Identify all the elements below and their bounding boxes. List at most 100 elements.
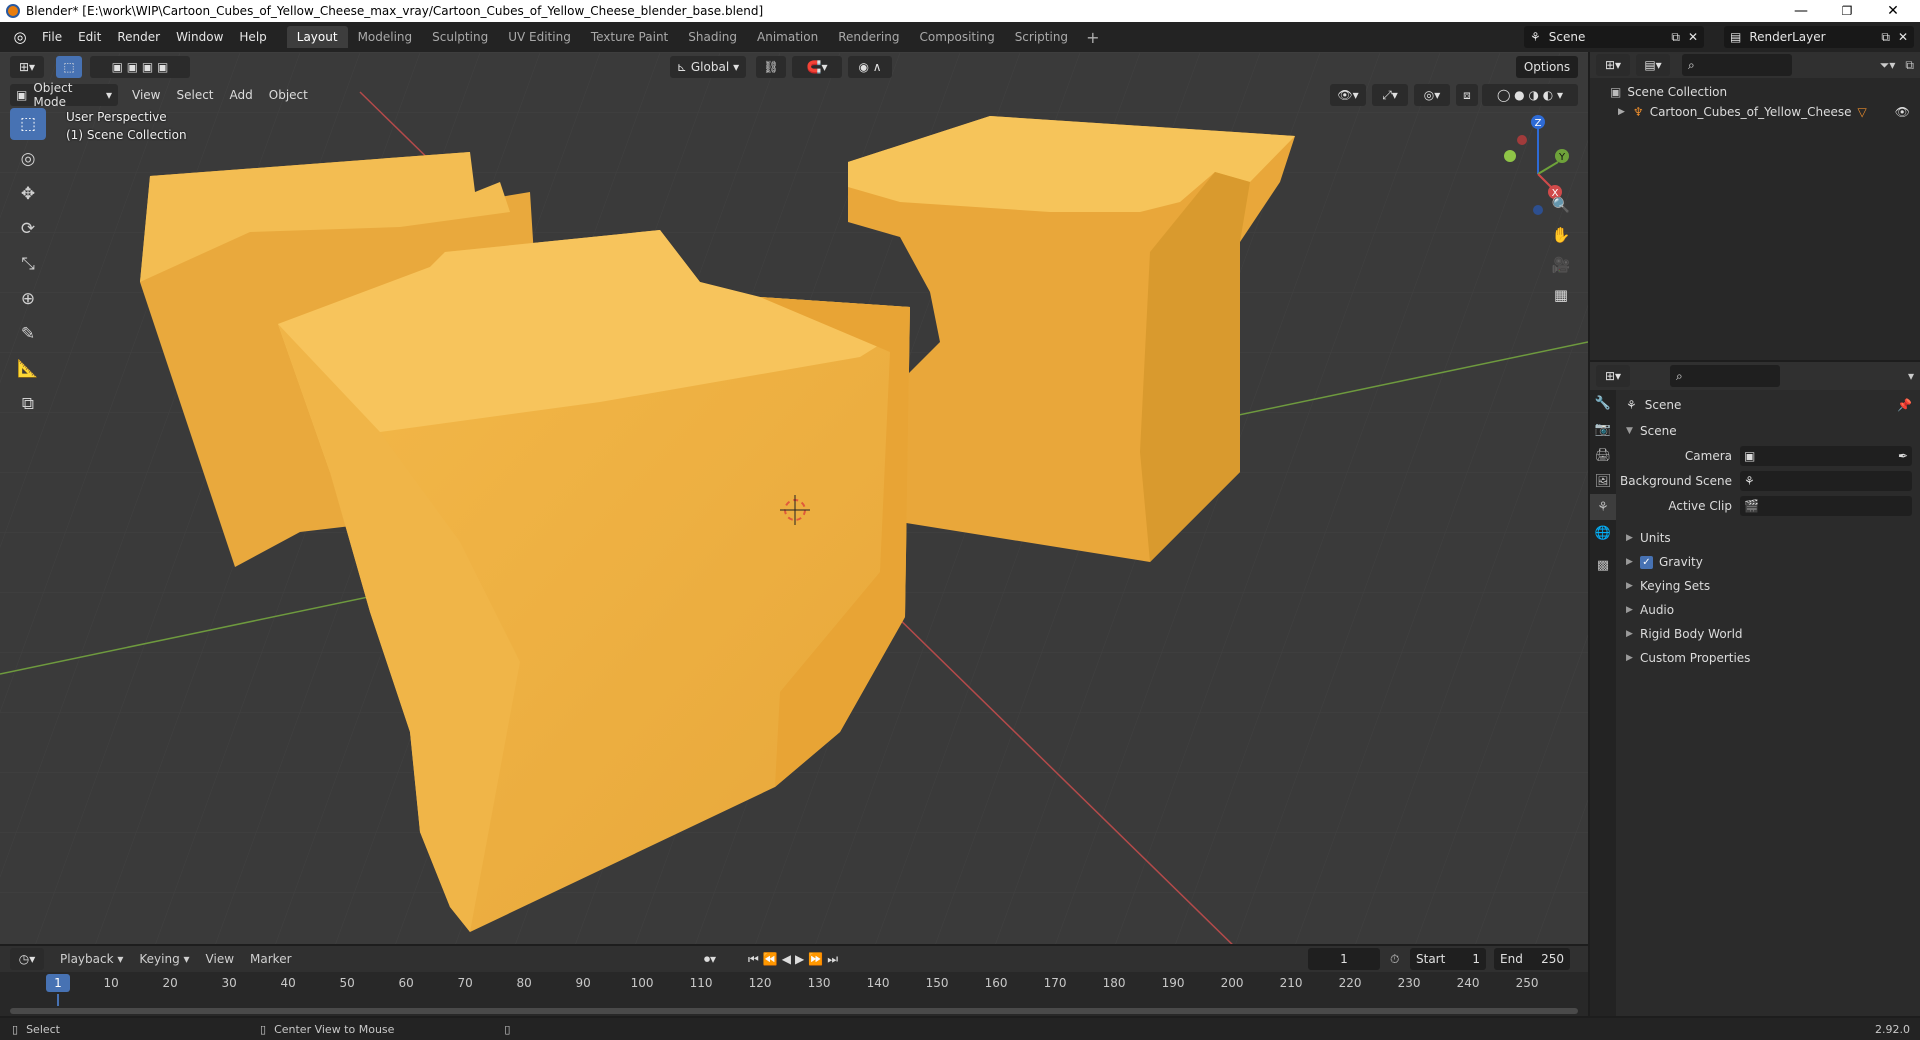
visibility-icon[interactable]: 👁▾	[1330, 84, 1366, 106]
filter-icon[interactable]: ⏷▾	[1880, 58, 1896, 73]
pivot-point-icon[interactable]: ⛓	[756, 56, 786, 78]
tool-tab-icon[interactable]: 🔧	[1590, 390, 1616, 416]
overlays-icon[interactable]: ◎▾	[1414, 84, 1450, 106]
properties-search-input[interactable]: ⌕	[1670, 365, 1780, 387]
measure-icon[interactable]: 📐	[10, 353, 46, 385]
panel-keying-sets[interactable]: ▶ Keying Sets	[1618, 574, 1920, 598]
scene-selector[interactable]: ⚘ Scene ⧉ ✕	[1524, 26, 1704, 48]
delete-view-layer-icon[interactable]: ✕	[1898, 30, 1908, 44]
mode-dropdown[interactable]: ▣ Object Mode ▾	[10, 81, 118, 109]
record-icon[interactable]: ⏺▾	[704, 952, 716, 967]
scene-tab-icon[interactable]: ⚘	[1590, 494, 1616, 520]
preview-range-icon[interactable]: ⏱	[1390, 952, 1399, 967]
scale-icon[interactable]: ⤡	[10, 248, 46, 280]
start-frame-field[interactable]: Start 1	[1410, 948, 1486, 970]
annotate-icon[interactable]: ✎	[10, 318, 46, 350]
rotate-icon[interactable]: ⟳	[10, 213, 46, 245]
timeline-menu-playback[interactable]: Playback ▾	[52, 952, 131, 966]
mesh-data-icon[interactable]: ▽	[1858, 105, 1867, 119]
pin-icon[interactable]: 📌	[1897, 398, 1912, 412]
editor-type-icon[interactable]: ⊞▾	[10, 56, 44, 78]
playhead-frame-badge[interactable]: 1	[46, 974, 70, 992]
delete-scene-icon[interactable]: ✕	[1688, 30, 1698, 44]
next-keyframe-icon[interactable]: ⏩	[808, 952, 827, 966]
outliner-scene-collection[interactable]: ▣ Scene Collection	[1590, 82, 1920, 102]
tab-sculpting[interactable]: Sculpting	[422, 26, 498, 48]
pan-hand-icon[interactable]: ✋	[1548, 222, 1574, 248]
panel-rigid-body-world[interactable]: ▶ Rigid Body World	[1618, 622, 1920, 646]
outliner-search-input[interactable]: ⌕	[1682, 54, 1792, 76]
active-clip-field[interactable]: 🎬	[1740, 495, 1912, 516]
tab-compositing[interactable]: Compositing	[909, 26, 1004, 48]
jump-start-icon[interactable]: ⏮	[748, 952, 763, 966]
add-cube-icon[interactable]: ⧉	[10, 388, 46, 420]
texture-tab-icon[interactable]: ▩	[1590, 552, 1616, 578]
eyedropper-icon[interactable]: ✒	[1898, 449, 1908, 463]
panel-custom-properties[interactable]: ▶ Custom Properties	[1618, 646, 1920, 670]
menu-window[interactable]: Window	[168, 27, 231, 47]
tab-modeling[interactable]: Modeling	[348, 26, 423, 48]
select-box-icon[interactable]: ⬚	[10, 108, 46, 140]
transform-icon[interactable]: ⊕	[10, 283, 46, 315]
blender-menu-icon[interactable]: ◎	[6, 25, 34, 49]
view-layer-tab-icon[interactable]: 🖼	[1590, 468, 1616, 494]
add-workspace-button[interactable]: +	[1078, 26, 1107, 48]
tab-uv-editing[interactable]: UV Editing	[498, 26, 581, 48]
expand-arrow-icon[interactable]: ▶	[1618, 107, 1625, 117]
maximize-button[interactable]: ❐	[1824, 0, 1870, 22]
visibility-eye-icon[interactable]: 👁	[1895, 105, 1910, 119]
minimize-button[interactable]: —	[1778, 0, 1824, 22]
menu-edit[interactable]: Edit	[70, 27, 109, 47]
timeline-menu-view[interactable]: View	[198, 952, 242, 966]
timeline-scrollbar[interactable]	[10, 1008, 1578, 1014]
render-tab-icon[interactable]: 📷	[1590, 416, 1616, 442]
viewport-menu-object[interactable]: Object	[261, 86, 316, 104]
panel-audio[interactable]: ▶ Audio	[1618, 598, 1920, 622]
panel-scene-header[interactable]: ▼ Scene	[1618, 419, 1920, 443]
jump-end-icon[interactable]: ⏭	[827, 952, 842, 966]
shading-mode-icons[interactable]: ◯ ● ◑ ◐ ▾	[1482, 84, 1578, 106]
move-icon[interactable]: ✥	[10, 178, 46, 210]
tab-scripting[interactable]: Scripting	[1005, 26, 1078, 48]
transform-orientation-dropdown[interactable]: ⊾ Global ▾	[670, 56, 746, 78]
outliner-editor-type-icon[interactable]: ⊞▾	[1596, 54, 1630, 76]
play-reverse-icon[interactable]: ◀	[782, 952, 795, 966]
timeline-menu-marker[interactable]: Marker	[242, 952, 299, 966]
tab-rendering[interactable]: Rendering	[828, 26, 909, 48]
zoom-icon[interactable]: 🔍	[1548, 192, 1574, 218]
timeline-menu-keying[interactable]: Keying ▾	[131, 952, 197, 966]
new-collection-icon[interactable]: ⧉	[1905, 58, 1914, 73]
viewport-menu-select[interactable]: Select	[168, 86, 221, 104]
viewport-scene[interactable]: Z Y X	[0, 52, 1588, 944]
play-icon[interactable]: ▶	[795, 952, 808, 966]
new-view-layer-icon[interactable]: ⧉	[1881, 30, 1890, 45]
world-tab-icon[interactable]: 🌐	[1590, 520, 1616, 546]
tab-shading[interactable]: Shading	[678, 26, 747, 48]
menu-file[interactable]: File	[34, 27, 70, 47]
cursor-icon[interactable]: ◎	[10, 143, 46, 175]
3d-viewport[interactable]: Z Y X ⊞▾ ⬚ ▣ ▣ ▣ ▣ ⊾ Global ▾ ⛓ 🧲▾ ◉ ∧ O…	[0, 52, 1588, 944]
timeline-ruler[interactable]: 1 10 20 30 40 50 60 70 80 90 100 110 120 130 140 150 16…	[0, 972, 1588, 994]
background-scene-field[interactable]: ⚘	[1740, 470, 1912, 491]
proportional-editing-icon[interactable]: ◉ ∧	[848, 56, 892, 78]
snapping-icon[interactable]: 🧲▾	[792, 56, 842, 78]
viewport-menu-add[interactable]: Add	[222, 86, 261, 104]
select-tool-icon[interactable]: ⬚	[56, 56, 82, 78]
tab-animation[interactable]: Animation	[747, 26, 828, 48]
current-frame-field[interactable]: 1	[1308, 948, 1380, 970]
viewport-menu-view[interactable]: View	[124, 86, 168, 104]
selection-mode-icons[interactable]: ▣ ▣ ▣ ▣	[90, 56, 190, 78]
options-dropdown[interactable]: Options	[1516, 56, 1578, 78]
end-frame-field[interactable]: End 250	[1494, 948, 1570, 970]
panel-units[interactable]: ▶ Units	[1618, 526, 1920, 550]
menu-render[interactable]: Render	[109, 27, 168, 47]
menu-help[interactable]: Help	[231, 27, 274, 47]
chevron-down-icon[interactable]: ▾	[1908, 369, 1914, 383]
prev-keyframe-icon[interactable]: ⏪	[763, 952, 782, 966]
gizmo-toggle-icon[interactable]: ⤢▾	[1372, 84, 1408, 106]
view-layer-selector[interactable]: ▤ RenderLayer ⧉ ✕	[1724, 26, 1914, 48]
camera-view-icon[interactable]: 🎥	[1548, 252, 1574, 278]
gravity-checkbox[interactable]: ✓	[1640, 555, 1653, 569]
timeline-editor-type-icon[interactable]: ◷▾	[10, 948, 44, 970]
ortho-toggle-icon[interactable]: ▦	[1548, 282, 1574, 308]
